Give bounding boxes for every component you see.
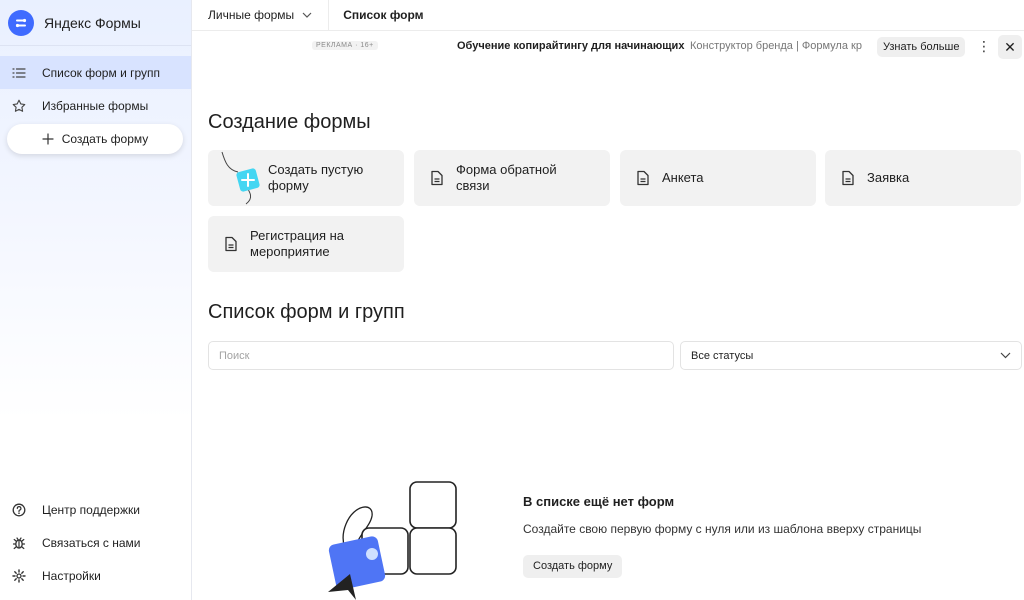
create-section-title: Создание формы (208, 111, 371, 133)
card-blank-form[interactable]: Создать пустую форму (208, 150, 404, 206)
card-application[interactable]: Заявка (825, 150, 1021, 206)
sidebar: Яндекс Формы Список форм и групп Избранн… (0, 0, 192, 600)
sidebar-item-contact[interactable]: Связаться с нами (0, 526, 191, 559)
sidebar-item-support[interactable]: Центр поддержки (0, 493, 191, 526)
list-icon (12, 67, 26, 78)
status-select[interactable]: Все статусы (680, 341, 1022, 370)
document-icon (225, 236, 237, 252)
star-icon (12, 99, 26, 112)
sidebar-item-favorites[interactable]: Избранные формы (0, 89, 191, 122)
ad-links[interactable]: Конструктор бренда | Формула кр (690, 40, 862, 52)
sidebar-item-form-list[interactable]: Список форм и групп (0, 56, 191, 89)
ad-title[interactable]: Обучение копирайтингу для начинающих (457, 40, 684, 52)
card-event-registration[interactable]: Регистрация на мероприятие (208, 216, 404, 272)
sidebar-bottom: Центр поддержки Связаться с нами Настрой… (0, 493, 191, 592)
brand[interactable]: Яндекс Формы (0, 0, 191, 46)
gear-icon (12, 568, 26, 583)
card-label: Форма обратной связи (456, 162, 557, 193)
sidebar-item-label: Настройки (42, 568, 101, 583)
help-icon (12, 503, 26, 516)
empty-create-form-button[interactable]: Создать форму (523, 555, 623, 578)
document-icon (637, 170, 649, 186)
card-questionnaire[interactable]: Анкета (620, 150, 816, 206)
sidebar-item-label: Связаться с нами (42, 535, 141, 550)
status-select-value: Все статусы (691, 349, 754, 362)
blank-form-illustration-icon (221, 151, 260, 205)
sidebar-item-label: Список форм и групп (42, 65, 161, 80)
card-label: Создать пустую форму (268, 162, 364, 193)
card-label: Анкета (662, 170, 704, 185)
card-feedback-form[interactable]: Форма обратной связи (414, 150, 610, 206)
document-icon (842, 170, 854, 186)
ad-learn-more-button[interactable]: Узнать больше (877, 37, 966, 57)
plus-icon (42, 133, 54, 145)
ad-more-options-icon[interactable]: ⋮ (977, 38, 991, 55)
bug-icon (12, 536, 26, 549)
chevron-down-icon (1000, 352, 1011, 359)
brand-title: Яндекс Формы (44, 14, 141, 31)
workspace-label: Личные формы (208, 8, 295, 22)
ad-age-label: РЕКЛАМА · 16+ (312, 41, 378, 50)
ad-banner[interactable]: РЕКЛАМА · 16+ Обучение копирайтингу для … (192, 31, 1024, 61)
sidebar-item-label: Центр поддержки (42, 502, 140, 517)
empty-state-text: Создайте свою первую форму с нуля или из… (523, 522, 922, 536)
empty-state-title: В списке ещё нет форм (523, 494, 675, 509)
close-icon: ✕ (1004, 38, 1016, 55)
create-form-label: Создать форму (61, 132, 149, 146)
card-label: Заявка (867, 170, 910, 185)
chevron-down-icon (302, 12, 312, 18)
empty-forms-illustration-icon (328, 481, 457, 600)
search-input[interactable] (208, 341, 674, 370)
sidebar-item-settings[interactable]: Настройки (0, 559, 191, 592)
document-icon (431, 170, 443, 186)
list-section-title: Список форм и групп (208, 301, 405, 323)
create-form-button[interactable]: Создать форму (7, 124, 183, 154)
card-label: Регистрация на мероприятие (250, 228, 345, 259)
page-title-breadcrumb: Список форм (343, 8, 424, 22)
ad-close-button[interactable]: ✕ (998, 35, 1022, 59)
topbar: Личные формы Список форм (192, 0, 1024, 31)
workspace-switcher[interactable]: Личные формы (192, 0, 328, 30)
sidebar-item-label: Избранные формы (42, 98, 149, 113)
yandex-forms-logo-icon (8, 9, 34, 36)
